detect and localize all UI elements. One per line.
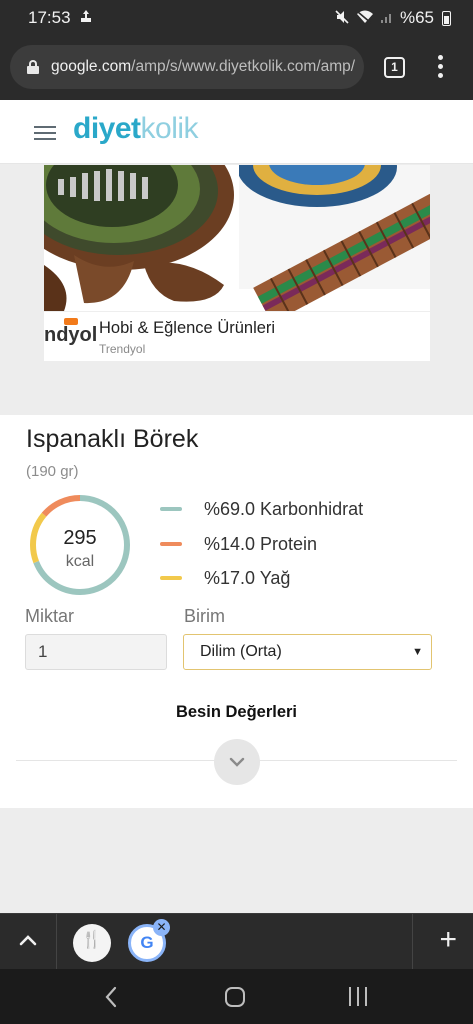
unit-select[interactable]: Dilim (Orta) ▼ (183, 634, 432, 670)
wifi-icon (356, 10, 374, 27)
macro-fat: %17.0 Yağ (160, 567, 290, 589)
ad-title[interactable]: Hobi & Eğlence Ürünleri (99, 319, 275, 338)
more-options-icon[interactable] (436, 55, 444, 81)
status-time: 17:53 (28, 8, 71, 27)
ad-image-pan-flute[interactable] (239, 165, 430, 311)
back-icon[interactable] (104, 986, 118, 1013)
food-portion: (190 gr) (26, 463, 79, 480)
recent-apps-icon[interactable] (348, 987, 368, 1007)
macro-carbs-swatch (160, 507, 182, 511)
macro-fat-swatch (160, 576, 182, 580)
chevron-down-icon (229, 757, 245, 767)
url-host: google.com (51, 58, 132, 75)
chevron-up-icon[interactable] (16, 931, 40, 951)
status-icons: %65 (334, 8, 451, 28)
logo-part-diyet: diyet (73, 112, 141, 145)
ad-area: ndyol Hobi & Eğlence Ürünleri Trendyol (0, 165, 473, 415)
tab-strip: 🍴 G ✕ + (0, 913, 473, 970)
logo-part-kolik: kolik (140, 112, 199, 145)
status-bar: 17:53 %65 (0, 0, 473, 34)
macro-carbs: %69.0 Karbonhidrat (160, 498, 363, 520)
ad-image-kalimba[interactable] (44, 165, 236, 311)
kcal-value: 295 (63, 527, 97, 549)
address-bar[interactable]: google.com/amp/s/www.diyetkolik.com/amp/ (10, 45, 364, 89)
quantity-label: Miktar (25, 606, 74, 626)
battery-percent: %65 (399, 8, 434, 27)
close-tab-icon[interactable]: ✕ (153, 919, 170, 936)
ad-advertiser: Trendyol (99, 342, 146, 356)
battery-icon (442, 10, 451, 26)
macro-carbs-label: %69.0 Karbonhidrat (204, 498, 364, 519)
food-title: Ispanaklı Börek (26, 425, 199, 453)
trendyol-logo-text: ndyol (44, 324, 98, 346)
hamburger-menu-icon[interactable] (34, 126, 56, 140)
notification-icon (80, 9, 92, 26)
ad-caption[interactable]: ndyol Hobi & Eğlence Ürünleri Trendyol (44, 311, 430, 361)
quantity-input[interactable]: 1 (25, 634, 167, 670)
strip-divider (56, 914, 57, 970)
dropdown-arrow-icon: ▼ (412, 646, 423, 658)
site-logo[interactable]: diyetkolik (73, 112, 199, 146)
signal-icon (380, 10, 394, 27)
home-icon[interactable] (225, 987, 245, 1007)
macro-fat-label: %17.0 Yağ (204, 567, 291, 588)
macro-protein-swatch (160, 542, 182, 546)
food-card: Ispanaklı Börek (190 gr) 295 kcal %69.0 … (0, 415, 473, 808)
new-tab-icon[interactable]: + (439, 925, 457, 955)
site-header: diyetkolik (0, 100, 473, 164)
url-text[interactable]: google.com/amp/s/www.diyetkolik.com/amp/ (51, 58, 356, 76)
tab-thumb-recipe[interactable]: 🍴 (73, 924, 111, 962)
tab-switcher-button[interactable]: 1 (384, 57, 405, 78)
unit-label: Birim (184, 606, 225, 626)
unit-select-value: Dilim (Orta) (200, 643, 282, 660)
recipe-site-icon: 🍴 (81, 930, 103, 949)
strip-divider (412, 914, 413, 970)
system-nav-bar (0, 969, 473, 1024)
trendyol-logo: ndyol (44, 318, 98, 347)
macro-protein-label: %14.0 Protein (204, 533, 318, 554)
browser-toolbar: google.com/amp/s/www.diyetkolik.com/amp/… (0, 34, 473, 100)
macro-protein: %14.0 Protein (160, 533, 317, 555)
lock-icon (27, 60, 39, 74)
url-path: /amp/s/www.diyetkolik.com/amp/ (131, 58, 356, 75)
kcal-unit: kcal (65, 553, 95, 570)
nutrition-heading: Besin Değerleri (175, 703, 298, 721)
expand-nutrition-button[interactable] (214, 739, 260, 785)
mute-icon (334, 9, 350, 28)
ad-card[interactable]: ndyol Hobi & Eğlence Ürünleri Trendyol (44, 165, 430, 361)
